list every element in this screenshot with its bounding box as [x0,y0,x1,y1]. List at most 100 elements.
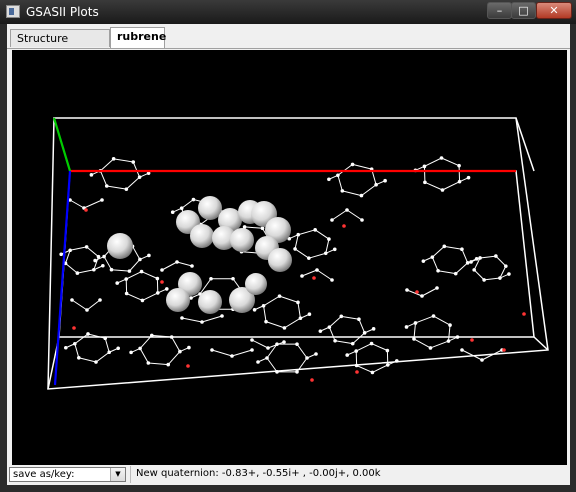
atom-point [439,156,444,160]
atom-point [155,291,160,295]
bond-line [479,255,496,259]
atom-point [210,348,214,352]
atom-point [370,370,375,375]
bond-line [298,229,316,236]
atom-point [369,341,374,346]
bond-line [294,234,299,250]
bond-line [328,326,336,341]
bond-line [265,321,285,329]
atom-point [282,326,287,330]
bond-line [473,269,485,281]
atom-point [260,226,265,231]
atom-point [93,258,97,263]
atom-point [84,245,89,249]
bond-line [139,348,149,364]
bond-line [415,315,434,324]
bond-line [111,269,130,272]
chevron-down-icon[interactable]: ▼ [110,468,125,481]
plot-window-client: Structure Factors rubrene [7,24,570,485]
bond-line [352,163,372,170]
atom-point [355,370,359,374]
bond-line [83,199,103,209]
bond-line [104,338,110,353]
atom-point [293,247,297,251]
atom-point [470,338,474,342]
bond-line [167,351,181,365]
atom-point [332,247,337,252]
atom-point [275,370,279,374]
bond-line [77,269,94,274]
bond-line [444,245,462,250]
c-axis-line [53,170,72,386]
bond-line [331,209,348,221]
bond-line [129,259,141,272]
atom-point [146,361,151,365]
atom-point [96,254,101,259]
atom-point [460,247,464,252]
atom-point [333,338,337,343]
tab-structure-factors[interactable]: Structure Factors [10,29,110,62]
atom-point [200,320,204,324]
bond-line [176,261,193,267]
maximize-button[interactable]: □ [511,2,536,19]
atom-point [307,312,312,317]
atom-point [140,298,145,303]
atom-point [186,364,190,368]
structure-plot-canvas[interactable] [12,50,567,484]
atom-point [230,354,234,358]
bond-line [314,229,330,240]
title-bar: GSASII Plots – □ ✕ [0,0,576,24]
atom-point [282,340,286,344]
atom-point [472,268,476,272]
atom-point [277,294,282,298]
atom-point [169,335,174,339]
atom-point [64,345,68,350]
bond-line [113,158,134,163]
atom-point [149,333,154,338]
atom-point [340,189,345,193]
atom-point [310,378,314,382]
bond-line [71,299,88,311]
bond-line [211,349,233,357]
atom-point [360,218,364,222]
bond-line [86,299,101,311]
tab-rubrene[interactable]: rubrene [110,27,166,48]
bond-line [358,319,366,334]
save-as-key-combo[interactable]: save as/key: ▼ [9,467,126,482]
atom-point [354,349,359,353]
status-separator [130,466,131,483]
minimize-button[interactable]: – [487,2,512,19]
bond-line [356,365,373,373]
bond-line [171,336,181,352]
bond-line [455,262,468,275]
bond-line [74,333,89,345]
bond-line [95,351,110,363]
atom-point [405,288,409,292]
cell-edge [515,117,535,172]
app-window-icon[interactable] [6,5,20,18]
bond-line [263,295,280,307]
atom-point [312,276,316,280]
atom-point [72,326,76,330]
close-button[interactable]: ✕ [536,2,572,19]
atom-point [139,269,144,274]
bond-line [74,343,80,358]
quaternion-status: New quaternion: -0.83+, -0.55i+ , -0.00j… [136,468,381,479]
atom-point [345,208,349,212]
sphere-atom [198,196,222,220]
bond-line [99,170,108,187]
atom-point [446,339,451,343]
bond-line [413,338,431,349]
atom-point [404,325,409,329]
atom-point [327,237,331,241]
atom-point [350,341,355,346]
save-as-key-label: save as/key: [13,469,75,480]
atom-point [231,276,235,281]
atom-point [92,267,96,272]
atom-point [250,338,254,342]
atom-point [453,271,458,276]
structure-plot-svg[interactable] [12,50,567,484]
atom-point [339,314,344,319]
atom-point [422,164,427,169]
bond-line [148,362,169,366]
